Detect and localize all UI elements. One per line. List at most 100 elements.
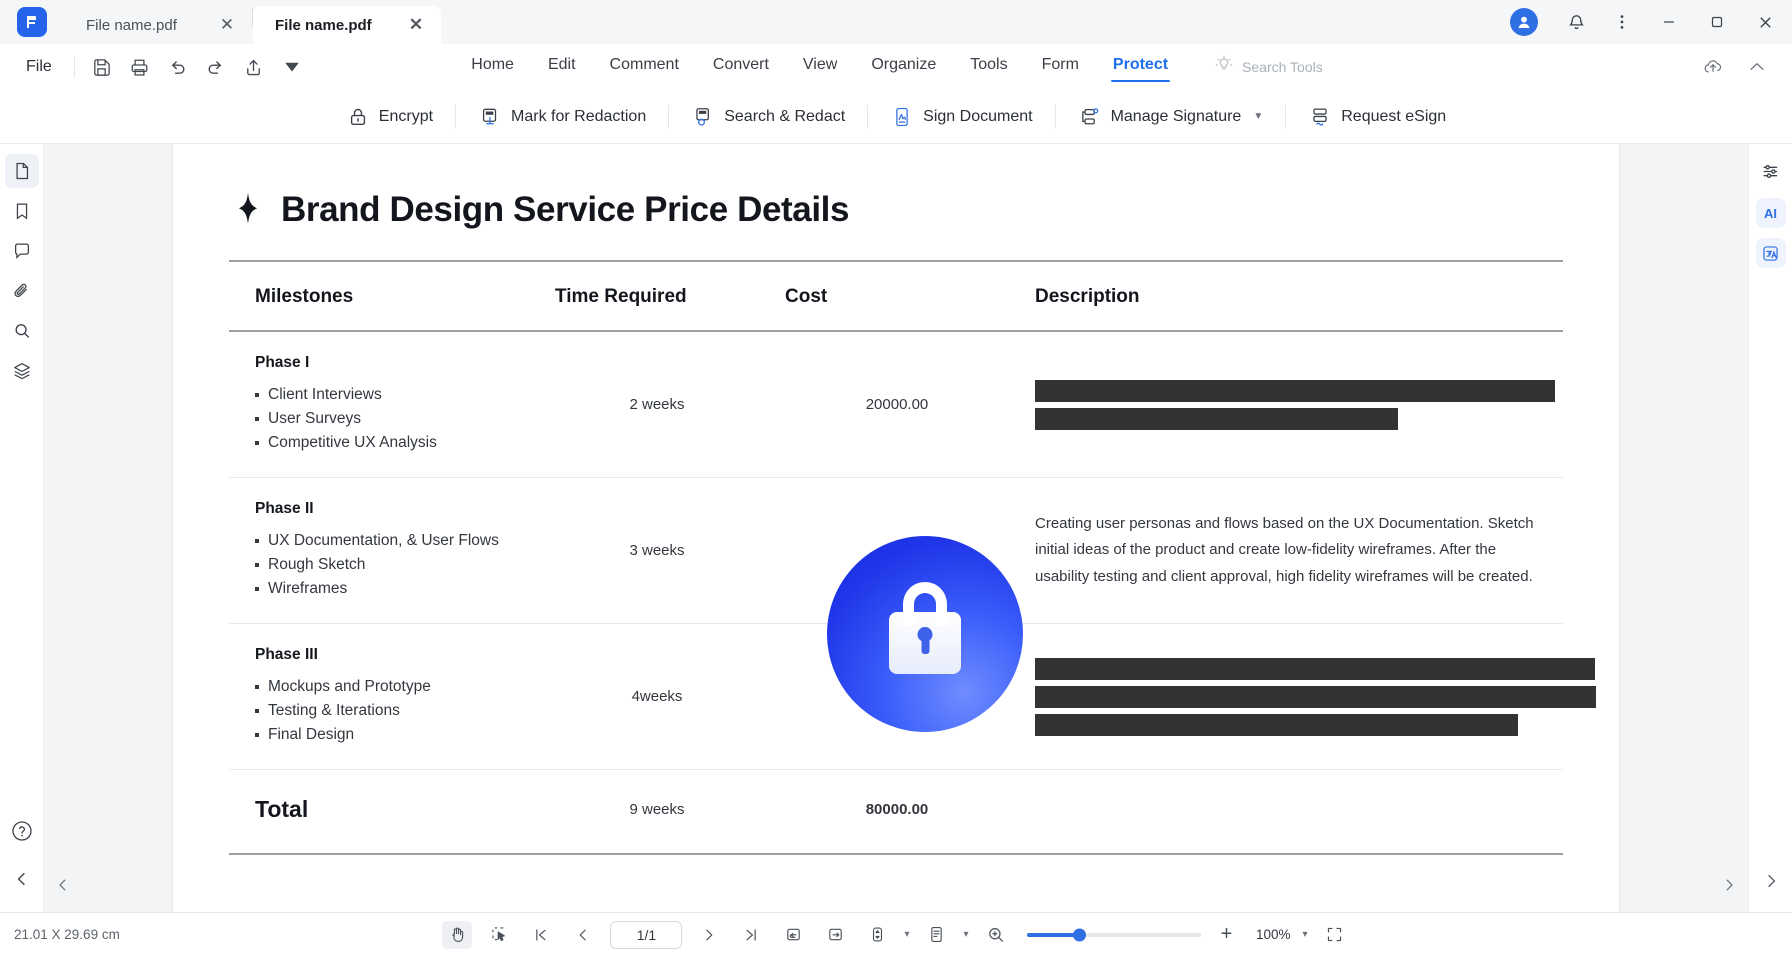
document-viewport[interactable]: Brand Design Service Price Details Miles…: [44, 144, 1748, 912]
translate-badge[interactable]: [1755, 238, 1786, 268]
fit-width-icon[interactable]: [820, 921, 850, 949]
pdf-page: Brand Design Service Price Details Miles…: [173, 144, 1619, 912]
manage-signature-button[interactable]: Manage Signature ▼: [1064, 99, 1278, 135]
phase-label: Phase I: [255, 354, 310, 371]
sidebar-item-thumbnails[interactable]: [4, 154, 39, 188]
next-page-button[interactable]: [694, 921, 724, 949]
sidebar-item-layers[interactable]: [5, 354, 39, 388]
search-and-redact-button[interactable]: Search & Redact: [677, 99, 859, 135]
lock-keyhole: [917, 627, 933, 642]
milestone-cell: Phase I Client Interviews User Surveys C…: [229, 331, 529, 479]
minimize-button[interactable]: [1646, 0, 1692, 44]
next-page-arrow[interactable]: [1716, 872, 1742, 898]
encrypted-lock-overlay: [827, 536, 1023, 732]
ai-badge-label: AI: [1764, 205, 1777, 221]
encrypt-button[interactable]: Encrypt: [332, 99, 447, 135]
save-icon[interactable]: [83, 50, 121, 84]
first-page-button[interactable]: [526, 921, 556, 949]
redo-icon[interactable]: [197, 50, 235, 84]
fullscreen-button[interactable]: [1320, 921, 1350, 949]
document-tab-2[interactable]: File name.pdf ✕: [253, 6, 441, 44]
description-cell: [1009, 331, 1563, 479]
file-menu-button[interactable]: File: [10, 54, 66, 80]
tab-edit[interactable]: Edit: [546, 52, 578, 82]
tab-home[interactable]: Home: [469, 52, 516, 82]
close-button[interactable]: [1742, 0, 1788, 44]
zoom-slider[interactable]: [1026, 928, 1201, 941]
zoom-slider-fill: [1026, 932, 1079, 937]
close-icon[interactable]: ✕: [216, 14, 238, 36]
time-cell: 2 weeks: [529, 331, 759, 479]
table-total-row: Total 9 weeks 80000.00: [229, 769, 1563, 856]
protect-toolbar: Encrypt Mark for Redaction Search & Reda…: [0, 90, 1792, 144]
left-sidebar: [0, 144, 44, 912]
zoom-in-icon[interactable]: [981, 921, 1011, 949]
zoom-level-label[interactable]: 100%: [1253, 927, 1291, 942]
collapse-right-panel-icon[interactable]: [1756, 866, 1786, 896]
chevron-down-icon[interactable]: ▼: [1253, 111, 1263, 122]
list-item: Client Interviews: [255, 383, 529, 407]
zoom-slider-thumb[interactable]: [1072, 928, 1086, 941]
tab-comment[interactable]: Comment: [608, 52, 681, 82]
share-icon[interactable]: [235, 50, 273, 84]
sidebar-item-bookmarks[interactable]: [5, 194, 39, 228]
print-icon[interactable]: [121, 50, 159, 84]
fit-page-icon[interactable]: [778, 921, 808, 949]
zoom-slider-track[interactable]: [1026, 928, 1201, 941]
chevron-down-icon[interactable]: ▾: [1303, 929, 1308, 940]
zoom-increase-button[interactable]: +: [1213, 923, 1241, 946]
ai-assistant-badge[interactable]: AI: [1755, 198, 1786, 228]
bell-icon[interactable]: [1554, 0, 1598, 44]
collapse-ribbon-icon[interactable]: [1740, 50, 1774, 84]
description-cell: Creating user personas and flows based o…: [1009, 477, 1563, 625]
previous-page-button[interactable]: [568, 921, 598, 949]
tab-protect[interactable]: Protect: [1110, 52, 1171, 82]
search-tools[interactable]: Search Tools: [1214, 52, 1323, 82]
collapse-left-panel-icon[interactable]: [5, 862, 39, 896]
tab-view[interactable]: View: [801, 52, 839, 82]
tab-tools[interactable]: Tools: [968, 52, 1009, 82]
sign-document-icon: [890, 105, 914, 129]
mark-for-redaction-button[interactable]: Mark for Redaction: [464, 99, 660, 135]
tab-form[interactable]: Form: [1040, 52, 1081, 82]
maximize-button[interactable]: [1694, 0, 1740, 44]
sign-document-button[interactable]: Sign Document: [876, 99, 1046, 135]
tab-convert[interactable]: Convert: [711, 52, 771, 82]
manage-signature-label: Manage Signature: [1110, 107, 1242, 125]
search-tools-label: Search Tools: [1242, 59, 1323, 75]
sidebar-item-comments[interactable]: [5, 234, 39, 268]
status-bar: 21.01 X 29.69 cm 1/1 ▾ ▾ + 100% ▾: [0, 912, 1792, 956]
encrypt-label: Encrypt: [378, 107, 434, 125]
column-header-time: Time Required: [529, 260, 759, 332]
sidebar-item-attachments[interactable]: [5, 274, 39, 308]
page-number-input[interactable]: 1/1: [610, 920, 683, 949]
select-tool-button[interactable]: [484, 921, 514, 949]
total-time-cell: 9 weeks: [529, 769, 759, 856]
sidebar-item-search[interactable]: [5, 314, 39, 348]
document-tab-1[interactable]: File name.pdf ✕: [64, 6, 252, 44]
sidebar-item-properties[interactable]: [1754, 154, 1788, 188]
more-vertical-icon[interactable]: [1600, 0, 1644, 44]
prev-page-arrow[interactable]: [50, 872, 76, 898]
cloud-upload-icon[interactable]: [1696, 50, 1730, 84]
redaction-bars: [1035, 379, 1563, 430]
undo-icon[interactable]: [159, 50, 197, 84]
hand-tool-button[interactable]: [442, 920, 473, 949]
search-and-redact-label: Search & Redact: [724, 107, 846, 125]
close-icon[interactable]: ✕: [405, 14, 427, 36]
page-number-value: 1/1: [636, 926, 657, 943]
help-icon[interactable]: [5, 814, 39, 848]
scroll-mode-icon[interactable]: [862, 921, 892, 949]
avatar[interactable]: [1510, 8, 1538, 36]
list-item: Wireframes: [255, 577, 529, 601]
last-page-button[interactable]: [736, 921, 766, 949]
total-description-cell: [1009, 769, 1563, 856]
tab-organize[interactable]: Organize: [869, 52, 938, 82]
chevron-down-icon[interactable]: ▾: [904, 929, 909, 940]
time-cell: 3 weeks: [529, 477, 759, 625]
request-esign-button[interactable]: Request eSign: [1294, 99, 1460, 135]
divider: [1054, 104, 1056, 129]
chevron-down-icon[interactable]: ▾: [963, 929, 968, 940]
page-layout-icon[interactable]: [921, 921, 951, 949]
dropdown-icon[interactable]: [273, 50, 311, 84]
